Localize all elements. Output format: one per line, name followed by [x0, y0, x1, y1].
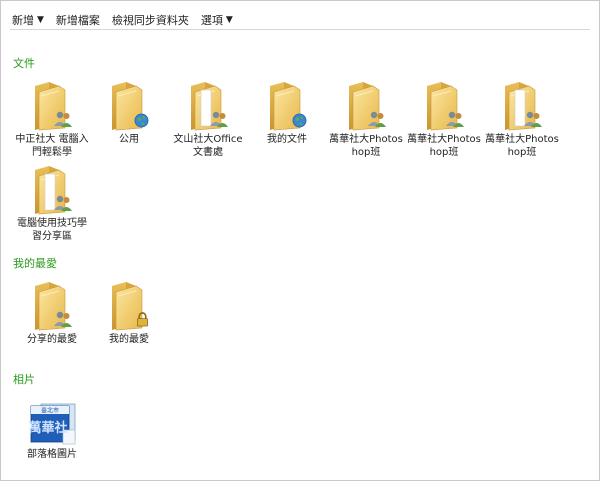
photo-thumb-text: 萬華社 — [28, 420, 67, 436]
section-title-documents: 文件 — [13, 57, 35, 70]
folder-item[interactable]: 我的文件 — [250, 80, 324, 146]
options-menu-button[interactable]: 選項 ▼ — [201, 12, 233, 28]
folder-item[interactable]: 分享的最愛 — [15, 280, 89, 346]
view-sync-folder-label: 檢視同步資料夾 — [111, 14, 189, 27]
section-title-favorites: 我的最愛 — [13, 257, 57, 270]
folder-item[interactable]: 萬華社大Photoshop班 — [485, 80, 559, 159]
chevron-down-icon: ▼ — [225, 15, 233, 25]
folder-label: 文山社大Office文書處 — [173, 134, 243, 158]
photo-album-icon: 臺北市 萬華社 — [28, 403, 76, 445]
folder-item[interactable]: 中正社大 電腦入門輕鬆學 — [15, 80, 89, 159]
toolbar-divider — [10, 29, 590, 30]
options-menu-label: 選項 — [200, 14, 223, 27]
shared-folder-icon — [421, 80, 464, 132]
toolbar: 新增 ▼ 新增檔案 檢視同步資料夾 選項 ▼ — [12, 10, 590, 30]
chevron-down-icon: ▼ — [37, 15, 44, 25]
shared-folder-icon — [185, 80, 228, 132]
folder-label: 中正社大 電腦入門輕鬆學 — [15, 134, 89, 158]
public-folder-icon — [264, 80, 307, 132]
folder-item[interactable]: 文山社大Office文書處 — [171, 80, 245, 159]
shared-folder-icon — [29, 280, 72, 332]
folder-item[interactable]: 公用 — [92, 80, 166, 146]
folder-item[interactable]: 萬華社大Photoshop班 — [329, 80, 403, 159]
new-menu-button[interactable]: 新增 ▼ — [12, 12, 44, 28]
photo-thumb-caption: 臺北市 — [41, 407, 59, 415]
folder-label: 我的最愛 — [109, 334, 149, 345]
folder-label: 公用 — [119, 134, 139, 145]
shared-folder-icon — [343, 80, 386, 132]
public-folder-icon — [106, 80, 149, 132]
new-file-label: 新增檔案 — [55, 14, 100, 27]
locked-folder-icon — [106, 280, 149, 332]
photo-album-item[interactable]: 臺北市 萬華社 部落格圖片 — [15, 400, 89, 461]
shared-folder-icon — [29, 80, 72, 132]
folder-label: 萬華社大Photoshop班 — [485, 134, 559, 158]
section-title-photos: 相片 — [13, 373, 35, 386]
new-file-button[interactable]: 新增檔案 — [56, 12, 100, 28]
new-menu-label: 新增 — [12, 14, 34, 27]
photo-album-label: 部落格圖片 — [27, 449, 77, 460]
folder-item[interactable]: 電腦使用技巧學習分享區 — [15, 164, 89, 243]
folder-item[interactable]: 我的最愛 — [92, 280, 166, 346]
shared-folder-icon — [29, 164, 72, 216]
view-sync-folder-button[interactable]: 檢視同步資料夾 — [112, 12, 189, 28]
folder-label: 分享的最愛 — [27, 334, 77, 345]
folder-label: 萬華社大Photoshop班 — [329, 134, 403, 158]
shared-folder-icon — [499, 80, 542, 132]
folder-label: 萬華社大Photoshop班 — [407, 134, 481, 158]
folder-item[interactable]: 萬華社大Photoshop班 — [407, 80, 481, 159]
folder-label: 我的文件 — [267, 134, 307, 145]
folder-label: 電腦使用技巧學習分享區 — [17, 218, 87, 242]
window-frame — [0, 0, 600, 481]
